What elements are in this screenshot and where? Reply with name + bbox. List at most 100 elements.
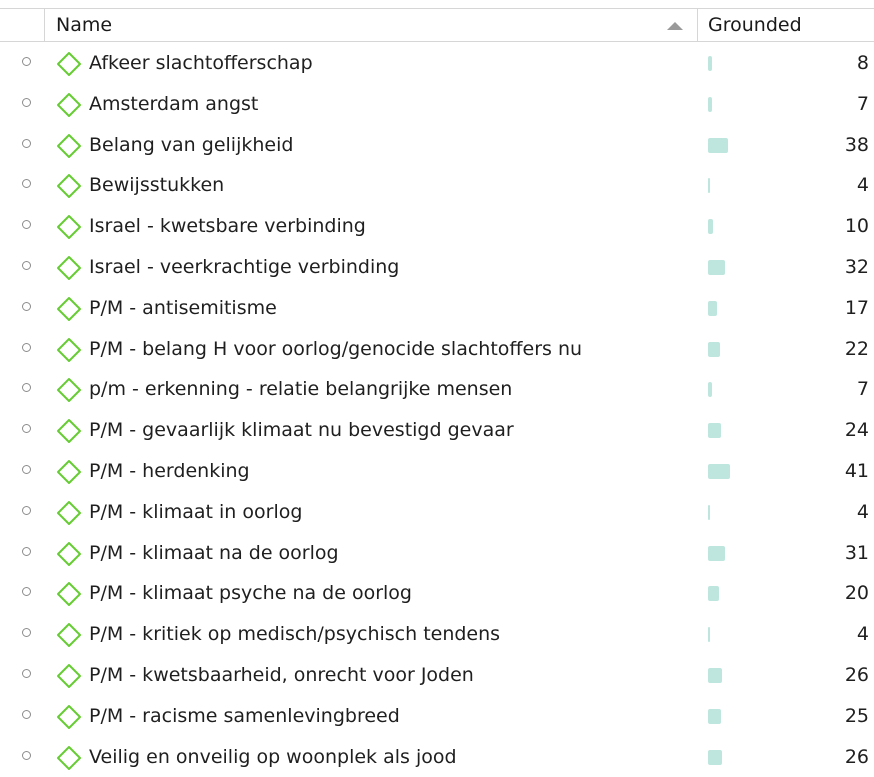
grid-rows: Afkeer slachtofferschap 8 Amsterdam angst 7… bbox=[0, 43, 874, 777]
grounded-bar bbox=[708, 463, 730, 479]
code-name: Bewijsstukken bbox=[89, 174, 225, 197]
table-row[interactable]: P/M - belang H voor oorlog/genocide slac… bbox=[0, 329, 874, 370]
code-diamond-icon bbox=[57, 623, 81, 648]
table-row[interactable]: P/M - gevaarlijk klimaat nu bevestigd ge… bbox=[0, 410, 874, 451]
grounded-bar bbox=[708, 749, 722, 765]
grounded-count: 10 bbox=[844, 215, 869, 238]
code-diamond-icon bbox=[57, 500, 81, 525]
name-column-header[interactable]: Name bbox=[45, 9, 698, 41]
grounded-count: 7 bbox=[856, 378, 869, 401]
row-select-radio[interactable] bbox=[22, 220, 31, 230]
code-name: Afkeer slachtofferschap bbox=[89, 52, 313, 74]
table-row[interactable]: Bewijsstukken 4 bbox=[0, 165, 874, 206]
code-diamond-icon bbox=[57, 704, 81, 729]
code-diamond-icon bbox=[57, 92, 81, 117]
table-row[interactable]: Israel - kwetsbare verbinding 10 bbox=[0, 206, 874, 247]
name-column-label: Name bbox=[56, 14, 113, 36]
grounded-count: 22 bbox=[844, 337, 869, 360]
grounded-count: 26 bbox=[844, 663, 869, 686]
grounded-bar bbox=[708, 259, 725, 275]
row-select-radio[interactable] bbox=[22, 546, 31, 556]
grounded-count: 4 bbox=[856, 500, 869, 523]
code-name: P/M - klimaat psyche na de oorlog bbox=[89, 582, 412, 605]
table-row[interactable]: Afkeer slachtofferschap 8 bbox=[0, 43, 874, 84]
grounded-bar bbox=[708, 96, 712, 112]
grounded-bar bbox=[708, 586, 719, 602]
row-select-radio[interactable] bbox=[22, 342, 31, 352]
grounded-count: 4 bbox=[856, 623, 869, 646]
code-name: P/M - klimaat na de oorlog bbox=[89, 541, 339, 564]
table-row[interactable]: Israel - veerkrachtige verbinding 32 bbox=[0, 247, 874, 288]
code-diamond-icon bbox=[57, 582, 81, 607]
code-diamond-icon bbox=[57, 255, 81, 280]
grounded-count: 4 bbox=[856, 174, 869, 197]
code-name: P/M - racisme samenlevingbreed bbox=[89, 704, 400, 727]
table-row[interactable]: P/M - klimaat na de oorlog 31 bbox=[0, 533, 874, 574]
code-name: Amsterdam angst bbox=[89, 92, 259, 115]
grounded-bar bbox=[708, 178, 710, 194]
grounded-bar bbox=[708, 667, 722, 683]
code-name: Israel - kwetsbare verbinding bbox=[89, 215, 366, 238]
row-select-radio[interactable] bbox=[22, 628, 31, 638]
row-select-radio[interactable] bbox=[22, 301, 31, 311]
code-name: P/M - antisemitisme bbox=[89, 296, 277, 319]
row-select-radio[interactable] bbox=[22, 587, 31, 597]
codes-grid: Name Grounded Afkeer slachtofferschap 8 Am… bbox=[0, 0, 874, 771]
row-select-radio[interactable] bbox=[22, 668, 31, 678]
grounded-count: 24 bbox=[844, 419, 869, 442]
code-name: P/M - kritiek op medisch/psychisch tende… bbox=[89, 623, 501, 646]
code-diamond-icon bbox=[57, 337, 81, 362]
code-name: P/M - klimaat in oorlog bbox=[89, 500, 303, 523]
row-select-radio[interactable] bbox=[22, 383, 31, 393]
row-select-radio[interactable] bbox=[22, 464, 31, 474]
grounded-count: 41 bbox=[844, 459, 869, 482]
grounded-count: 8 bbox=[856, 52, 869, 74]
grounded-count: 25 bbox=[844, 704, 869, 727]
row-select-radio[interactable] bbox=[22, 260, 31, 270]
grounded-bar bbox=[708, 300, 717, 316]
grounded-count: 17 bbox=[844, 296, 869, 319]
table-row[interactable]: P/M - kritiek op medisch/psychisch tende… bbox=[0, 614, 874, 655]
table-row[interactable]: P/M - antisemitisme 17 bbox=[0, 288, 874, 329]
table-row[interactable]: Amsterdam angst 7 bbox=[0, 84, 874, 125]
row-select-radio[interactable] bbox=[22, 57, 31, 66]
code-diamond-icon bbox=[57, 541, 81, 566]
row-select-radio[interactable] bbox=[22, 424, 31, 434]
code-name: P/M - gevaarlijk klimaat nu bevestigd ge… bbox=[89, 419, 514, 442]
code-diamond-icon bbox=[57, 459, 81, 484]
row-select-radio[interactable] bbox=[22, 97, 31, 107]
row-select-radio[interactable] bbox=[22, 709, 31, 719]
grid-header: Name Grounded bbox=[0, 8, 874, 42]
row-select-radio[interactable] bbox=[22, 138, 31, 148]
code-diamond-icon bbox=[57, 663, 81, 688]
table-row[interactable]: p/m - erkenning - relatie belangrijke me… bbox=[0, 369, 874, 410]
table-row[interactable]: P/M - herdenking 41 bbox=[0, 451, 874, 492]
table-row[interactable]: P/M - klimaat in oorlog 4 bbox=[0, 492, 874, 533]
code-diamond-icon bbox=[57, 133, 81, 158]
code-name: p/m - erkenning - relatie belangrijke me… bbox=[89, 378, 513, 401]
row-select-radio[interactable] bbox=[22, 505, 31, 515]
code-name: Israel - veerkrachtige verbinding bbox=[89, 255, 400, 278]
table-row[interactable]: Belang van gelijkheid 38 bbox=[0, 125, 874, 166]
code-name: P/M - belang H voor oorlog/genocide slac… bbox=[89, 337, 583, 360]
sort-ascending-icon bbox=[667, 22, 683, 30]
grounded-bar bbox=[708, 382, 712, 398]
grounded-bar bbox=[708, 545, 725, 561]
grounded-count: 38 bbox=[844, 133, 869, 156]
code-diamond-icon bbox=[57, 745, 81, 770]
table-row[interactable]: P/M - kwetsbaarheid, onrecht voor Joden 2… bbox=[0, 655, 874, 696]
row-select-radio[interactable] bbox=[22, 750, 31, 760]
grounded-column-label: Grounded bbox=[708, 14, 802, 36]
grounded-count: 31 bbox=[844, 541, 869, 564]
code-diamond-icon bbox=[57, 52, 81, 76]
grounded-column-header[interactable]: Grounded bbox=[698, 9, 874, 41]
grounded-bar bbox=[708, 341, 720, 357]
table-row[interactable]: P/M - klimaat psyche na de oorlog 20 bbox=[0, 573, 874, 614]
code-diamond-icon bbox=[57, 174, 81, 199]
code-name: P/M - kwetsbaarheid, onrecht voor Joden bbox=[89, 663, 474, 686]
code-name: Belang van gelijkheid bbox=[89, 133, 294, 156]
row-select-radio[interactable] bbox=[22, 179, 31, 189]
grounded-bar bbox=[708, 423, 721, 439]
header-check-column[interactable] bbox=[0, 9, 45, 41]
table-row[interactable]: P/M - racisme samenlevingbreed 25 bbox=[0, 696, 874, 737]
